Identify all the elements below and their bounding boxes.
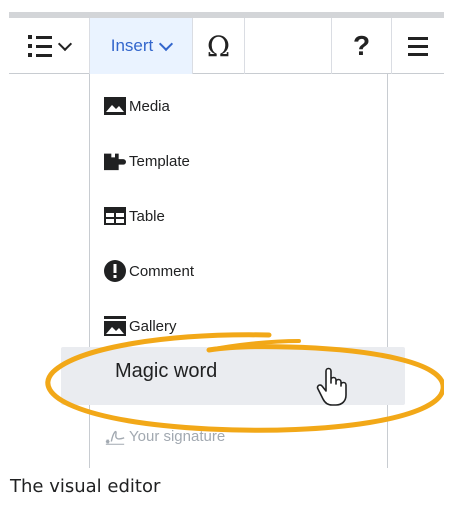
chevron-down-icon <box>159 36 174 51</box>
page-options-button[interactable] <box>392 18 444 74</box>
help-button[interactable]: ? <box>332 18 392 74</box>
menu-item-table[interactable]: Table <box>104 197 165 235</box>
insert-dropdown-menu: Media Template Table Comment Gallery You… <box>89 74 388 468</box>
editing-surface-left[interactable] <box>9 74 89 468</box>
menu-item-gallery[interactable]: Gallery <box>104 307 177 345</box>
menu-item-label: Media <box>129 97 170 115</box>
bulleted-list-icon <box>28 35 52 57</box>
menu-item-template[interactable]: Template <box>104 142 190 180</box>
help-icon: ? <box>352 30 371 61</box>
hamburger-icon <box>408 36 428 56</box>
image-caption: The visual editor <box>10 476 161 497</box>
alert-icon <box>104 260 126 282</box>
gallery-icon <box>104 315 126 337</box>
signature-icon <box>104 425 126 447</box>
table-icon <box>104 205 126 227</box>
menu-item-comment[interactable]: Comment <box>104 252 194 290</box>
menu-item-signature[interactable]: Your signature <box>104 417 225 455</box>
puzzle-icon <box>104 150 126 172</box>
list-format-button[interactable] <box>9 18 90 74</box>
menu-item-label: Magic word <box>115 360 218 382</box>
media-icon <box>104 95 126 117</box>
editor-frame: Insert Ω ? Media Template Table Comment … <box>9 12 444 468</box>
menu-item-label: Table <box>129 207 165 225</box>
insert-label: Insert <box>110 36 154 55</box>
omega-icon: Ω <box>206 29 231 63</box>
menu-item-media[interactable]: Media <box>104 87 170 125</box>
insert-menu-button[interactable]: Insert <box>90 18 193 74</box>
editor-toolbar: Insert Ω ? <box>9 12 444 74</box>
special-character-button[interactable]: Ω <box>193 18 245 74</box>
editing-surface-right[interactable] <box>388 74 444 468</box>
menu-item-label: Comment <box>129 262 195 280</box>
menu-item-label: Your signature <box>129 427 226 445</box>
menu-item-label: Gallery <box>129 317 177 335</box>
hand-pointer-icon <box>316 367 347 406</box>
menu-item-magic-word[interactable] <box>61 347 405 405</box>
menu-item-label: Template <box>129 152 190 170</box>
toolbar-spacer <box>245 18 332 74</box>
chevron-down-icon <box>57 36 73 51</box>
